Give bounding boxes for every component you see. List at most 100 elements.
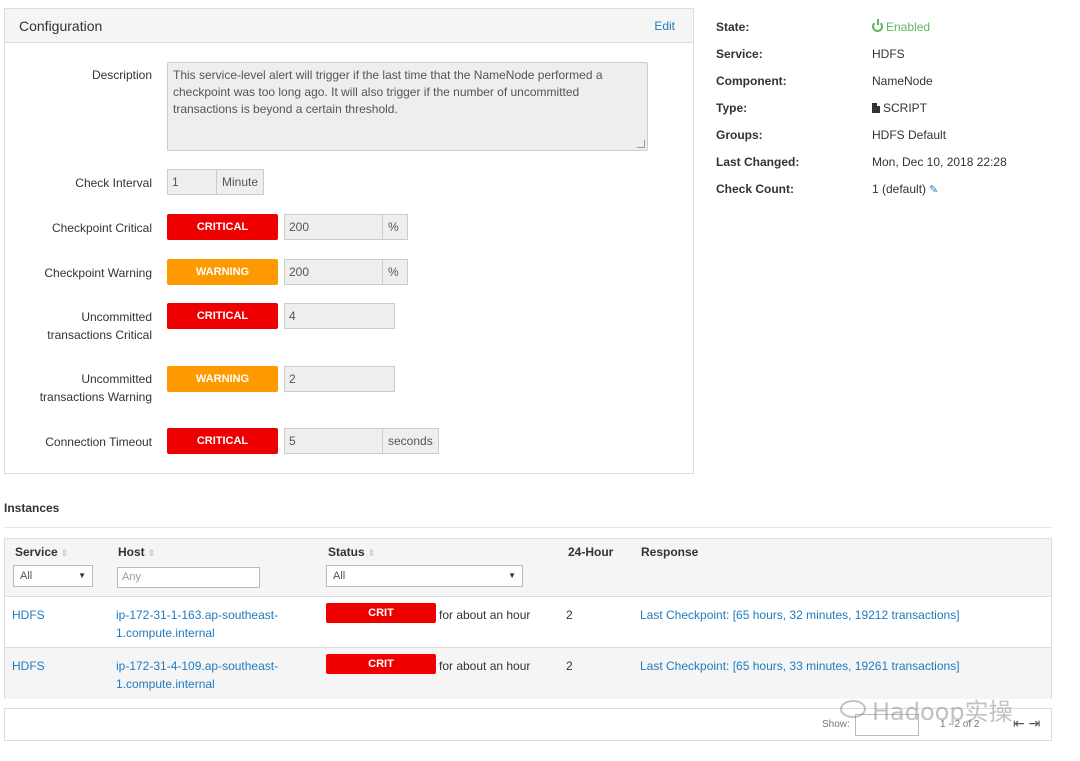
crit-status-badge: CRIT bbox=[326, 654, 436, 674]
col-response: Response bbox=[641, 545, 699, 559]
status-filter-select[interactable]: All ▼ bbox=[326, 565, 523, 587]
check-interval-group: 1 Minute bbox=[167, 169, 265, 195]
check-count-text: 1 (default) bbox=[872, 182, 927, 196]
warning-badge: WARNING bbox=[167, 259, 278, 285]
caret-down-icon: ▼ bbox=[508, 571, 516, 580]
watermark-text: Hadoop实操 bbox=[872, 698, 1013, 726]
description-text: This service-level alert will trigger if… bbox=[173, 68, 603, 116]
caret-down-icon: ▼ bbox=[78, 571, 86, 580]
configuration-header: Configuration Edit bbox=[5, 9, 693, 43]
critical-badge: CRITICAL bbox=[167, 428, 278, 454]
uncommitted-critical-group: 4 bbox=[284, 303, 395, 329]
watermark: Hadoop实操 bbox=[840, 692, 1013, 727]
critical-badge: CRITICAL bbox=[167, 303, 278, 329]
col-host-label: Host bbox=[118, 545, 145, 559]
file-icon bbox=[872, 103, 880, 113]
col-status[interactable]: Status ⇕ bbox=[328, 545, 375, 559]
warning-badge: WARNING bbox=[167, 366, 278, 392]
state-key: State: bbox=[716, 20, 750, 34]
row-response-link[interactable]: Last Checkpoint: [65 hours, 32 minutes, … bbox=[640, 606, 960, 624]
col-service[interactable]: Service ⇕ bbox=[15, 545, 68, 559]
col-24-hour: 24-Hour bbox=[568, 545, 614, 559]
label-line: Uncommitted bbox=[81, 372, 152, 386]
label-line: Uncommitted bbox=[81, 310, 152, 324]
check-interval-input[interactable]: 1 bbox=[167, 169, 217, 195]
col-service-label: Service bbox=[15, 545, 58, 559]
component-key: Component: bbox=[716, 74, 787, 88]
wechat-icon bbox=[840, 700, 866, 718]
pagination-arrows-icon[interactable]: ⇤ ⇥ bbox=[1013, 715, 1040, 732]
check-count-value: 1 (default) ✎ bbox=[872, 180, 938, 199]
row-service-link[interactable]: HDFS bbox=[12, 657, 45, 675]
groups-value: HDFS Default bbox=[872, 128, 947, 142]
checkpoint-critical-input[interactable]: 200 bbox=[284, 214, 383, 240]
checkpoint-critical-group: 200 % bbox=[284, 214, 408, 240]
percent-unit: % bbox=[383, 259, 408, 285]
last-changed-value: Mon, Dec 10, 2018 22:28 bbox=[872, 155, 1007, 169]
state-text: Enabled bbox=[886, 20, 931, 34]
last-changed-key: Last Changed: bbox=[716, 155, 800, 169]
status-filter-value: All bbox=[333, 570, 346, 582]
sort-icon: ⇕ bbox=[60, 548, 69, 558]
service-filter-select[interactable]: All ▼ bbox=[13, 565, 93, 587]
row-duration: for about an hour bbox=[439, 608, 531, 622]
label-line: transactions Warning bbox=[39, 390, 152, 404]
configuration-title: Configuration bbox=[19, 17, 103, 34]
power-icon bbox=[872, 19, 883, 32]
uncommitted-warning-group: 2 bbox=[284, 366, 395, 392]
description-textarea[interactable]: This service-level alert will trigger if… bbox=[167, 62, 648, 151]
host-filter-input[interactable]: Any bbox=[117, 567, 260, 588]
component-value: NameNode bbox=[872, 74, 933, 88]
description-label: Description bbox=[91, 68, 152, 82]
resize-grip-icon[interactable] bbox=[637, 140, 645, 148]
row-response-link[interactable]: Last Checkpoint: [65 hours, 33 minutes, … bbox=[640, 657, 960, 675]
crit-status-badge: CRIT bbox=[326, 603, 436, 623]
state-value: Enabled bbox=[872, 18, 930, 36]
row-host-link[interactable]: ip-172-31-4-109.ap-southeast- 1.compute.… bbox=[116, 657, 278, 693]
host-line: 1.compute.internal bbox=[116, 677, 215, 691]
host-line: ip-172-31-4-109.ap-southeast- bbox=[116, 659, 279, 673]
configuration-panel: Configuration Edit Description This serv… bbox=[4, 8, 694, 474]
edit-link[interactable]: Edit bbox=[654, 19, 675, 33]
checkpoint-warning-group: 200 % bbox=[284, 259, 408, 285]
checkpoint-critical-label: Checkpoint Critical bbox=[51, 221, 152, 235]
instances-table: Service ⇕ Host ⇕ Status ⇕ 24-Hour Response … bbox=[4, 538, 1052, 699]
host-line: ip-172-31-1-163.ap-southeast- bbox=[116, 608, 279, 622]
check-count-key: Check Count: bbox=[716, 182, 794, 196]
row-24-hour-count: 2 bbox=[566, 608, 573, 622]
type-text: SCRIPT bbox=[883, 101, 928, 115]
col-status-label: Status bbox=[328, 545, 365, 559]
col-host[interactable]: Host ⇕ bbox=[118, 545, 155, 559]
instances-title: Instances bbox=[4, 501, 60, 515]
groups-key: Groups: bbox=[716, 128, 763, 142]
service-filter-value: All bbox=[20, 570, 33, 582]
service-key: Service: bbox=[716, 47, 763, 61]
connection-timeout-input[interactable]: 5 bbox=[284, 428, 383, 454]
connection-timeout-label: Connection Timeout bbox=[45, 435, 152, 449]
type-key: Type: bbox=[716, 101, 748, 115]
checkpoint-warning-input[interactable]: 200 bbox=[284, 259, 383, 285]
seconds-unit: seconds bbox=[383, 428, 439, 454]
row-host-link[interactable]: ip-172-31-1-163.ap-southeast- 1.compute.… bbox=[116, 606, 278, 642]
critical-badge: CRITICAL bbox=[167, 214, 278, 240]
uncommitted-critical-input[interactable]: 4 bbox=[284, 303, 395, 329]
row-24-hour-count: 2 bbox=[566, 659, 573, 673]
percent-unit: % bbox=[383, 214, 408, 240]
label-line: transactions Critical bbox=[47, 328, 152, 342]
type-value: SCRIPT bbox=[872, 99, 927, 117]
uncommitted-warning-input[interactable]: 2 bbox=[284, 366, 395, 392]
check-interval-unit: Minute bbox=[217, 169, 265, 195]
row-duration: for about an hour bbox=[439, 659, 531, 673]
checkpoint-warning-label: Checkpoint Warning bbox=[44, 266, 152, 280]
service-value: HDFS bbox=[872, 47, 905, 61]
connection-timeout-group: 5 seconds bbox=[284, 428, 439, 454]
check-interval-label: Check Interval bbox=[75, 176, 152, 190]
table-header: Service ⇕ Host ⇕ Status ⇕ 24-Hour Response … bbox=[5, 539, 1051, 597]
sort-icon: ⇕ bbox=[367, 548, 376, 558]
uncommitted-warning-label: Uncommitted transactions Warning bbox=[9, 370, 152, 406]
pencil-icon[interactable]: ✎ bbox=[929, 181, 938, 199]
sort-icon: ⇕ bbox=[147, 548, 156, 558]
row-service-link[interactable]: HDFS bbox=[12, 606, 45, 624]
host-line: 1.compute.internal bbox=[116, 626, 215, 640]
uncommitted-critical-label: Uncommitted transactions Critical bbox=[9, 308, 152, 344]
